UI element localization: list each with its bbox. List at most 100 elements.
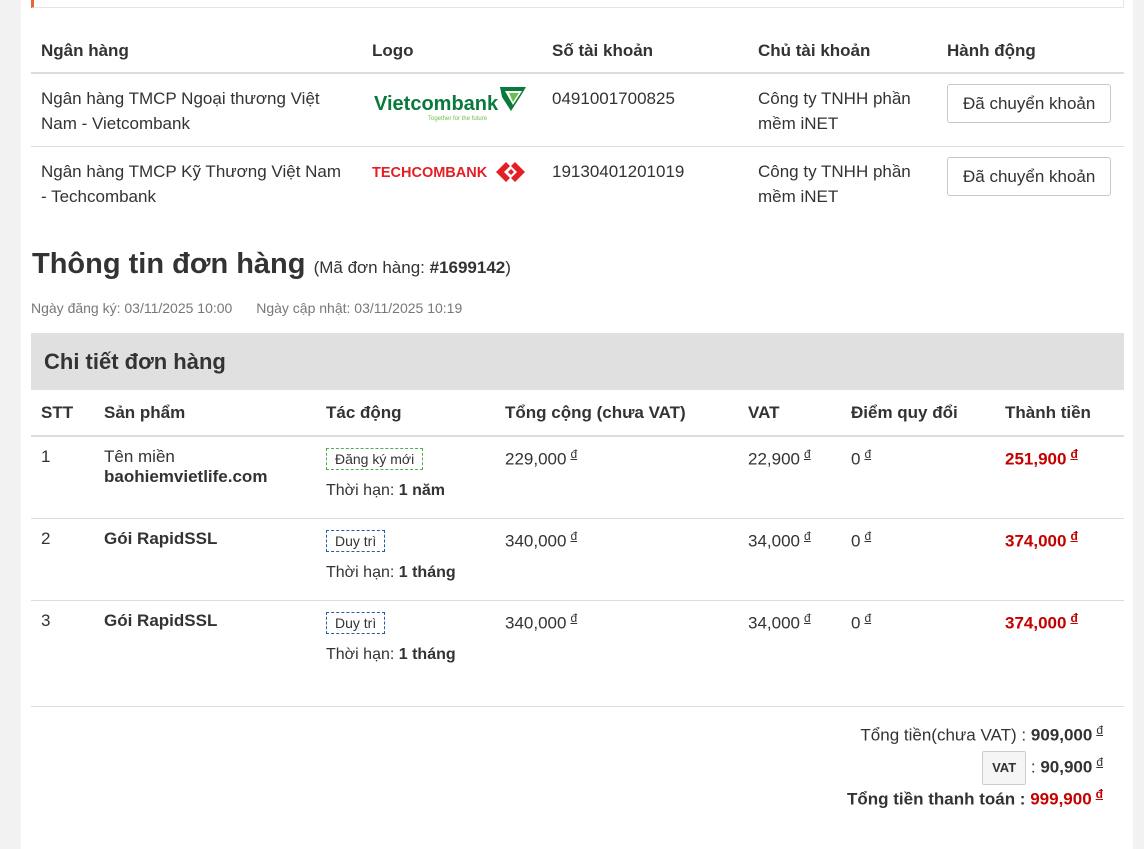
row-points: 0đ xyxy=(841,600,995,707)
col-owner: Chủ tài khoản xyxy=(748,30,937,74)
row-total: 374,000 đ xyxy=(995,600,1124,707)
currency-symbol: đ xyxy=(864,447,872,461)
currency-symbol: đ xyxy=(1096,755,1103,769)
points-value: 0 xyxy=(851,531,861,551)
order-dates: Ngày đăng ký: 03/11/2025 10:00 Ngày cập … xyxy=(31,300,462,316)
vietcombank-logo-icon: Vietcombank Together for the future xyxy=(374,87,526,122)
col-subtotal: Tổng cộng (chưa VAT) xyxy=(495,390,738,437)
techcombank-logo-text: TECHCOMBANK xyxy=(372,165,488,181)
currency-symbol: đ xyxy=(570,610,578,625)
vietcombank-tagline: Together for the future xyxy=(428,116,488,122)
product-name: baohiemvietlife.com xyxy=(104,467,268,486)
techcombank-logo: TECHCOMBANK xyxy=(372,159,532,185)
registered-date: Ngày đăng ký: 03/11/2025 10:00 xyxy=(31,300,233,316)
subtotal-label: Tổng tiền(chưa VAT) : xyxy=(860,725,1031,745)
term: Thời hạn: 1 năm xyxy=(326,482,485,500)
row-subtotal: 340,000 đ xyxy=(495,518,738,601)
term-label: Thời hạn: xyxy=(326,482,399,499)
grand-total-row: Tổng tiền thanh toán : 999,900 đ xyxy=(847,780,1103,812)
order-detail-table: STT Sản phẩm Tác động Tổng cộng (chưa VA… xyxy=(31,390,1124,707)
col-action: Hành động xyxy=(937,30,1124,74)
top-notice-box xyxy=(31,0,1124,8)
row-vat: 34,000 đ xyxy=(738,518,841,601)
action-cell: Đã chuyển khoản xyxy=(937,147,1124,220)
currency-symbol: đ xyxy=(1095,787,1103,801)
bank-name-line: Nam - Vietcombank xyxy=(41,114,190,133)
bank-logo-cell: TECHCOMBANK xyxy=(362,147,542,220)
row-stt: 2 xyxy=(31,518,94,601)
row-product: Gói RapidSSL xyxy=(94,518,316,601)
account-number: 19130401201019 xyxy=(552,162,685,181)
col-product: Sản phẩm xyxy=(94,390,316,437)
term-value: 1 năm xyxy=(398,482,445,499)
subtotal-row: Tổng tiền(chưa VAT) : 909,000 đ xyxy=(847,716,1103,748)
col-total: Thành tiền xyxy=(995,390,1124,437)
table-row: 2 Gói RapidSSL Duy trì Thời hạn: 1 tháng… xyxy=(31,518,1124,601)
row-stt: 3 xyxy=(31,600,94,707)
row-total: 374,000 đ xyxy=(995,518,1124,601)
currency-symbol: đ xyxy=(864,528,872,543)
bank-table: Ngân hàng Logo Số tài khoản Chủ tài khoả… xyxy=(31,30,1124,219)
action-tag-renew: Duy trì xyxy=(326,611,386,634)
row-action: Đăng ký mới Thời hạn: 1 năm xyxy=(316,436,495,519)
transferred-button[interactable]: Đã chuyển khoản xyxy=(947,84,1112,123)
action-cell: Đã chuyển khoản xyxy=(937,73,1124,147)
bank-name-line: Ngân hàng TMCP Kỹ Thương Việt Nam xyxy=(41,162,342,181)
order-code-prefix: (Mã đơn hàng: xyxy=(313,258,430,277)
bank-logo-cell: Vietcombank Together for the future xyxy=(362,73,542,147)
techcombank-logo-icon: TECHCOMBANK xyxy=(372,162,525,182)
subtotal-amount: 909,000 xyxy=(1030,725,1093,745)
order-totals: Tổng tiền(chưa VAT) : 909,000 đ VAT : 90,… xyxy=(847,716,1103,812)
subtotal-value: 229,000 xyxy=(505,449,567,469)
subtotal-value: 340,000 xyxy=(505,613,567,633)
transferred-button[interactable]: Đã chuyển khoản xyxy=(947,157,1112,196)
currency-symbol: đ xyxy=(804,610,811,625)
row-points: 0đ xyxy=(841,518,995,601)
action-tag-renew: Duy trì xyxy=(326,529,386,552)
order-title-text: Thông tin đơn hàng xyxy=(32,248,306,280)
row-vat: 34,000 đ xyxy=(738,600,841,707)
row-subtotal: 229,000 đ xyxy=(495,436,738,519)
account-number: 0491001700825 xyxy=(542,73,748,147)
owner-line: mềm iNET xyxy=(758,114,839,133)
col-action: Tác động xyxy=(316,390,495,437)
account-owner: Công ty TNHH phần mềm iNET xyxy=(748,147,937,220)
action-tag-new: Đăng ký mới xyxy=(326,448,424,470)
currency-symbol: đ xyxy=(1070,610,1078,625)
bank-name-line: - Techcombank xyxy=(41,187,156,206)
points-value: 0 xyxy=(851,449,861,469)
row-points: 0đ xyxy=(841,436,995,519)
col-vat: VAT xyxy=(738,390,841,437)
row-vat: 22,900 đ xyxy=(738,436,841,519)
vat-separator: : xyxy=(1026,757,1041,777)
table-row: 1 Tên miền baohiemvietlife.com Đăng ký m… xyxy=(31,436,1124,519)
term-value: 1 tháng xyxy=(398,563,456,581)
term-label: Thời hạn: xyxy=(326,645,399,663)
detail-table-header: STT Sản phẩm Tác động Tổng cộng (chưa VA… xyxy=(31,390,1124,437)
col-points: Điểm quy đổi xyxy=(841,390,995,437)
total-value: 374,000 xyxy=(1005,531,1067,551)
currency-symbol: đ xyxy=(864,610,872,625)
vat-row: VAT : 90,900 đ xyxy=(847,748,1103,786)
row-action: Duy trì Thời hạn: 1 tháng xyxy=(316,600,495,707)
col-account: Số tài khoản xyxy=(542,30,748,74)
vietcombank-logo-text: Vietcombank xyxy=(374,93,499,115)
vat-value: 22,900 xyxy=(748,449,800,469)
product-type: Tên miền xyxy=(104,447,175,466)
total-value: 374,000 xyxy=(1005,613,1067,633)
order-detail-header: Chi tiết đơn hàng xyxy=(31,333,1124,390)
product-name: Gói RapidSSL xyxy=(104,528,218,548)
order-code-value: #1699142 xyxy=(429,258,506,277)
col-logo: Logo xyxy=(362,30,542,74)
row-subtotal: 340,000 đ xyxy=(495,600,738,707)
order-code-suffix: ) xyxy=(505,258,511,277)
vat-amount: 90,900 xyxy=(1040,757,1093,777)
currency-symbol: đ xyxy=(1070,528,1078,543)
currency-symbol: đ xyxy=(804,528,811,543)
order-detail-heading: Chi tiết đơn hàng xyxy=(44,349,226,374)
bank-name: Ngân hàng TMCP Kỹ Thương Việt Nam - Tech… xyxy=(31,147,362,220)
subtotal-value: 340,000 xyxy=(505,531,567,551)
table-row: 3 Gói RapidSSL Duy trì Thời hạn: 1 tháng… xyxy=(31,600,1124,707)
owner-line: mềm iNET xyxy=(758,187,839,206)
term: Thời hạn: 1 tháng xyxy=(326,646,485,664)
